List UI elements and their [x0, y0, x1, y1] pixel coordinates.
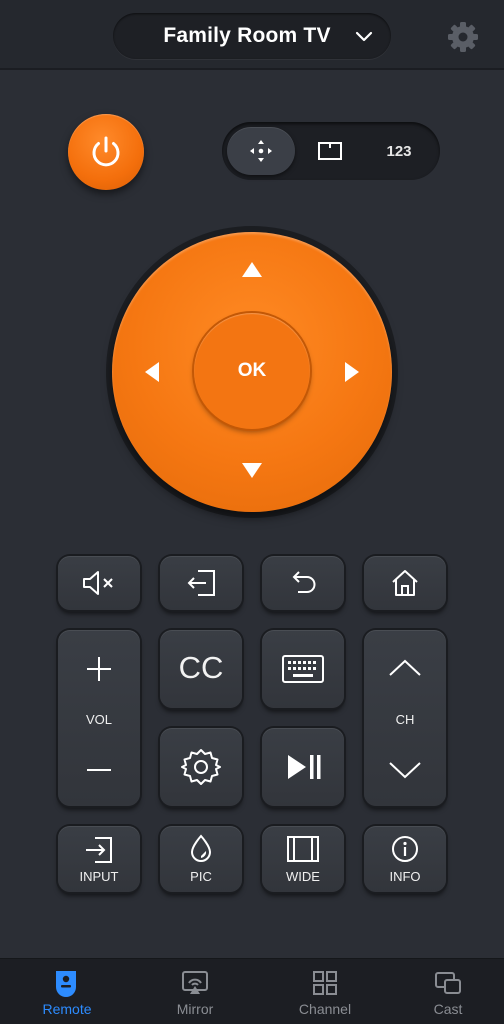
remote-icon	[56, 971, 76, 997]
nav-channel-label: Channel	[298, 1001, 352, 1017]
nav-channel[interactable]: Channel	[262, 959, 388, 1024]
nav-remote-label: Remote	[42, 1001, 92, 1017]
settings-button[interactable]	[160, 728, 242, 806]
nav-cast[interactable]: Cast	[385, 959, 504, 1024]
wide-button[interactable]: WIDE	[262, 826, 344, 892]
keyboard-button[interactable]	[262, 630, 344, 708]
wide-label: WIDE	[286, 869, 320, 884]
exit-button[interactable]	[160, 556, 242, 610]
device-selector[interactable]: Family Room TV	[113, 13, 391, 59]
back-button[interactable]	[262, 556, 344, 610]
home-button[interactable]	[364, 556, 446, 610]
dpad-up-button[interactable]	[232, 250, 272, 290]
nav-cast-label: Cast	[433, 1001, 463, 1017]
header: Family Room TV	[0, 0, 504, 70]
channel-grid-icon	[313, 971, 337, 995]
volume-up-icon[interactable]	[85, 655, 113, 683]
dpad-mode-button[interactable]	[227, 127, 295, 175]
exit-icon	[187, 570, 215, 596]
mirror-icon	[182, 971, 208, 994]
channel-down-icon[interactable]	[388, 760, 422, 780]
input-button[interactable]: INPUT	[58, 826, 140, 892]
channel-rocker: CH	[364, 630, 446, 806]
channel-up-icon[interactable]	[388, 658, 422, 678]
info-button[interactable]: INFO	[364, 826, 446, 892]
nav-remote[interactable]: Remote	[4, 959, 130, 1024]
cc-button[interactable]: CC	[160, 630, 242, 708]
volume-down-icon[interactable]	[85, 756, 113, 784]
dpad-left-button[interactable]	[132, 352, 172, 392]
picture-drop-icon	[190, 834, 212, 862]
arrow-down-icon	[242, 463, 262, 478]
dpad-down-button[interactable]	[232, 450, 272, 490]
power-button[interactable]	[68, 114, 144, 190]
gear-icon[interactable]	[444, 18, 482, 56]
input-label: INPUT	[79, 869, 119, 884]
gear-icon	[181, 749, 221, 785]
info-label: INFO	[389, 869, 421, 884]
dpad-right-button[interactable]	[332, 352, 372, 392]
device-name: Family Room TV	[163, 24, 331, 47]
nav-mirror-label: Mirror	[176, 1001, 214, 1017]
ok-button[interactable]: OK	[194, 313, 310, 429]
volume-label: VOL	[85, 712, 112, 727]
picture-label: PIC	[190, 869, 212, 884]
chevron-down-icon	[355, 31, 373, 42]
info-icon	[392, 836, 418, 862]
arrow-left-icon	[145, 362, 159, 382]
bottom-nav: Remote Mirror Channel Cast	[0, 958, 504, 1024]
arrow-up-icon	[242, 262, 262, 277]
nav-mirror[interactable]: Mirror	[132, 959, 258, 1024]
mute-button[interactable]	[58, 556, 140, 610]
wide-screen-icon	[287, 836, 319, 862]
cc-label: CC	[178, 650, 224, 685]
input-icon	[86, 837, 112, 863]
control-mode-switcher: 123	[222, 122, 440, 180]
back-icon	[292, 571, 316, 593]
touchpad-icon	[318, 142, 342, 160]
touchpad-mode-button[interactable]	[302, 127, 358, 175]
keyboard-icon	[282, 655, 324, 683]
play-pause-button[interactable]	[262, 728, 344, 806]
play-pause-icon	[288, 755, 321, 779]
mute-icon	[83, 571, 113, 595]
numpad-mode-button[interactable]: 123	[368, 127, 430, 175]
picture-button[interactable]: PIC	[160, 826, 242, 892]
power-icon	[92, 136, 120, 167]
arrow-right-icon	[345, 362, 359, 382]
volume-rocker: VOL	[58, 630, 140, 806]
channel-label: CH	[395, 712, 415, 727]
dpad-icon	[250, 140, 272, 162]
cast-icon	[435, 972, 461, 994]
home-icon	[392, 570, 418, 596]
